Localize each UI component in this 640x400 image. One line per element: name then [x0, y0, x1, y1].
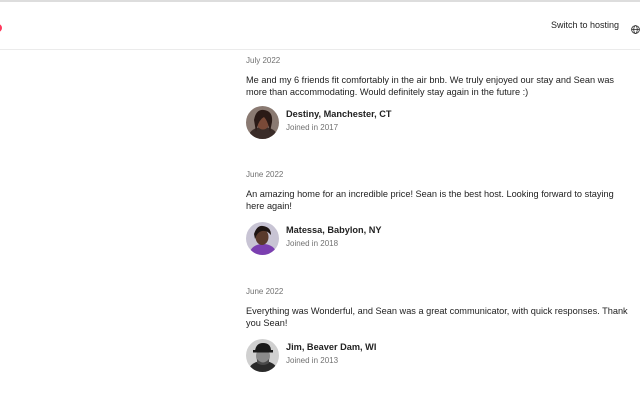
- review-item: June 2022 Everything was Wonderful, and …: [246, 287, 630, 372]
- reviewer-joined-date: Joined in 2017: [286, 123, 339, 132]
- reviewer-info[interactable]: Jim, Beaver Dam, WI Joined in 2013: [246, 339, 546, 373]
- avatar[interactable]: [246, 106, 279, 139]
- reviewer-info[interactable]: Destiny, Manchester, CT Joined in 2017: [246, 106, 546, 140]
- top-navigation-bar: Switch to hosting: [0, 0, 640, 50]
- reviewer-name[interactable]: Matessa, Babylon, NY: [286, 225, 381, 235]
- review-text: Me and my 6 friends fit comfortably in t…: [246, 75, 615, 97]
- globe-icon[interactable]: [631, 21, 640, 34]
- avatar[interactable]: [246, 222, 279, 255]
- brand-logo[interactable]: [0, 24, 2, 32]
- switch-to-hosting-link[interactable]: Switch to hosting: [551, 20, 619, 30]
- review-date: July 2022: [246, 56, 281, 65]
- review-item: July 2022 Me and my 6 friends fit comfor…: [246, 56, 630, 139]
- reviewer-name[interactable]: Destiny, Manchester, CT: [286, 109, 392, 119]
- reviewer-name[interactable]: Jim, Beaver Dam, WI: [286, 342, 376, 352]
- reviewer-joined-date: Joined in 2013: [286, 356, 339, 365]
- review-text: An amazing home for an incredible price!…: [246, 189, 614, 211]
- review-date: June 2022: [246, 287, 284, 296]
- review-text: Everything was Wonderful, and Sean was a…: [246, 306, 628, 328]
- review-date: June 2022: [246, 170, 284, 179]
- review-item: June 2022 An amazing home for an incredi…: [246, 170, 630, 255]
- reviewer-joined-date: Joined in 2018: [286, 239, 339, 248]
- reviewer-info[interactable]: Matessa, Babylon, NY Joined in 2018: [246, 222, 546, 256]
- avatar[interactable]: [246, 339, 279, 372]
